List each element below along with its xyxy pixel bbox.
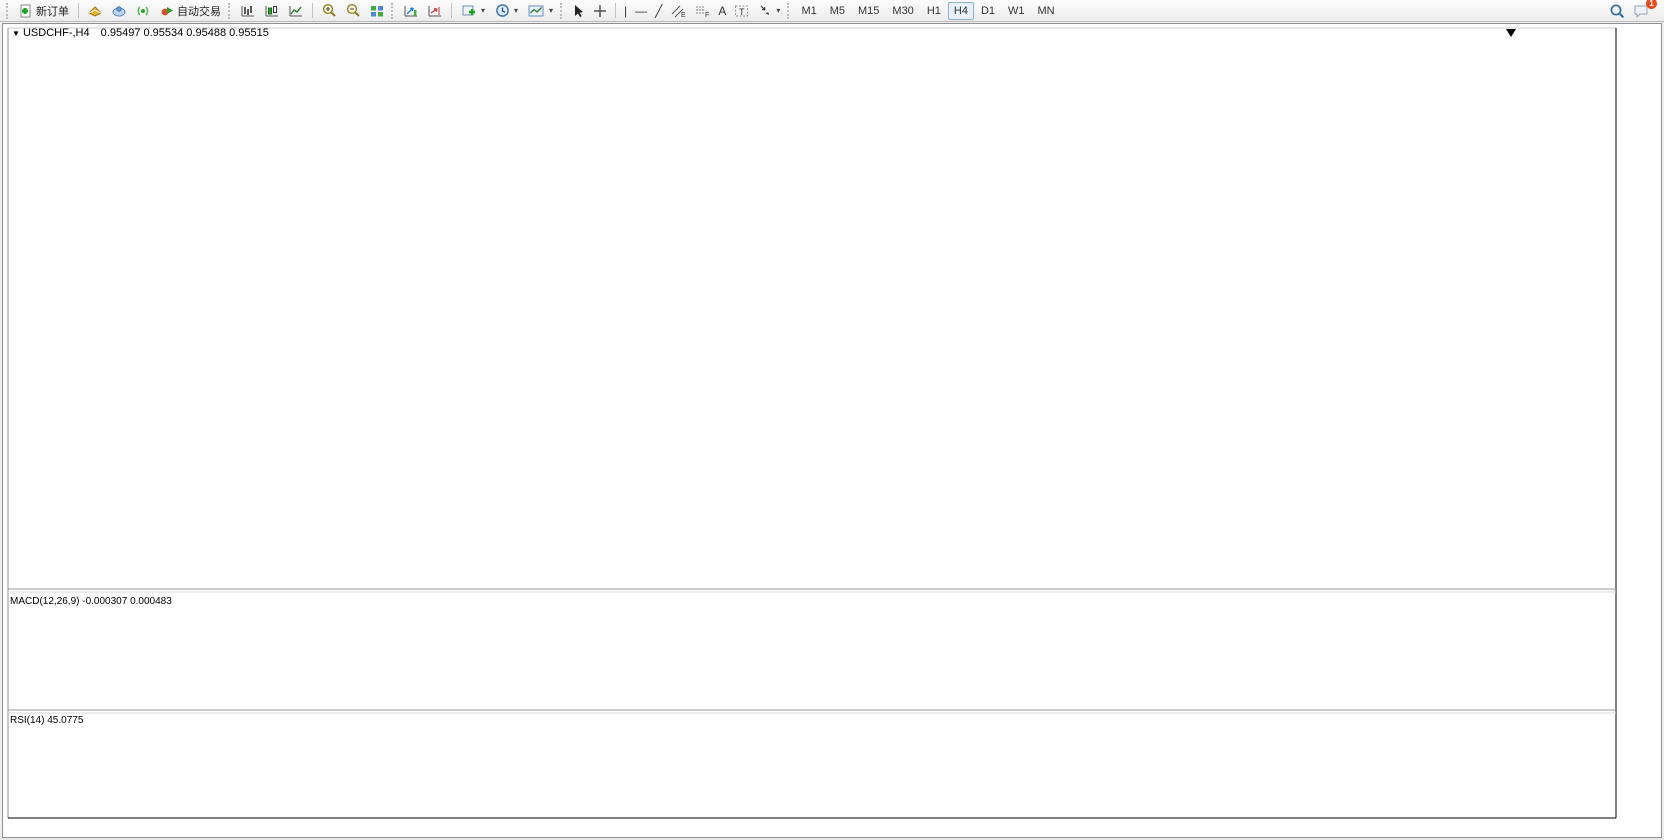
- channel-tool-button[interactable]: E: [666, 1, 690, 20]
- template-chart-icon: [528, 4, 545, 18]
- timeframe-m5-button[interactable]: M5: [824, 2, 851, 20]
- tile-windows-button[interactable]: [365, 1, 389, 20]
- label-tool-icon: T: [734, 4, 749, 18]
- auto-trading-button[interactable]: 自动交易: [155, 1, 226, 20]
- search-icon: [1609, 3, 1625, 19]
- separator: [615, 3, 616, 18]
- templates-button[interactable]: ▾: [523, 1, 558, 20]
- chart-canvas[interactable]: [0, 22, 1664, 840]
- bar-chart-icon: [240, 4, 256, 18]
- search-button[interactable]: [1605, 1, 1629, 20]
- cloud-person-icon: [111, 4, 127, 18]
- separator: [78, 3, 79, 18]
- trendline-icon: ╱: [655, 4, 662, 18]
- arrows-icon: [758, 4, 772, 17]
- indicator-arrow-icon: [403, 4, 419, 18]
- bar-chart-type-button[interactable]: [236, 1, 260, 20]
- hline-icon: —: [635, 4, 647, 18]
- new-chart-button[interactable]: ▾: [456, 1, 490, 20]
- separator: [312, 3, 313, 18]
- new-order-label: 新订单: [36, 3, 69, 19]
- new-order-button[interactable]: 新订单: [14, 1, 74, 20]
- horizontal-line-tool-button[interactable]: —: [631, 1, 651, 20]
- line-chart-icon: [288, 4, 304, 18]
- cursor-arrow-icon: [572, 4, 585, 18]
- clock-icon: [495, 3, 510, 18]
- chevron-down-icon[interactable]: ▾: [481, 6, 485, 15]
- timeframe-d1-button[interactable]: D1: [975, 2, 1001, 20]
- signal-icon: [135, 4, 151, 18]
- crosshair-icon: [593, 4, 607, 18]
- timeframe-w1-button[interactable]: W1: [1002, 2, 1031, 20]
- profiles-button[interactable]: ▾: [490, 1, 523, 20]
- toolbar-grip: [391, 3, 394, 19]
- trendline-tool-button[interactable]: ╱: [651, 1, 666, 20]
- fibonacci-icon: F: [694, 4, 710, 18]
- auto-trading-icon: [160, 4, 174, 18]
- timeframe-group: M1M5M15M30H1H4D1W1MN: [795, 2, 1060, 20]
- market-watch-button[interactable]: [107, 1, 131, 20]
- chart-shift-marker: [1506, 29, 1516, 37]
- auto-trading-label: 自动交易: [177, 3, 221, 19]
- svg-text:T: T: [739, 7, 745, 17]
- notifications-button[interactable]: 1: [1629, 1, 1654, 20]
- arrows-tool-button[interactable]: ▾: [753, 1, 785, 20]
- vline-icon: |: [624, 4, 627, 18]
- timeframe-m30-button[interactable]: M30: [886, 2, 919, 20]
- label-tool-button[interactable]: T: [730, 1, 753, 20]
- zoom-in-button[interactable]: [317, 1, 341, 20]
- new-chart-icon: [461, 4, 477, 18]
- toolbar-grip: [560, 3, 563, 19]
- timeframe-m15-button[interactable]: M15: [852, 2, 885, 20]
- notification-badge[interactable]: 1: [1646, 0, 1657, 9]
- book-icon: [87, 4, 103, 18]
- cursor-tool-button[interactable]: [568, 1, 589, 20]
- chart-profile-button[interactable]: [83, 1, 107, 20]
- crosshair-tool-button[interactable]: [589, 1, 611, 20]
- text-tool-button[interactable]: A: [714, 1, 730, 20]
- separator: [451, 3, 452, 18]
- fibonacci-tool-button[interactable]: F: [690, 1, 714, 20]
- zoom-out-icon: [345, 3, 361, 18]
- toolbar-grip: [228, 3, 231, 19]
- toolbar-grip: [6, 3, 9, 19]
- timeframe-mn-button[interactable]: MN: [1032, 2, 1061, 20]
- navigator-button[interactable]: [131, 1, 155, 20]
- candlestick-icon: [264, 4, 280, 18]
- indicator-levels-button[interactable]: [423, 1, 447, 20]
- main-toolbar: 新订单 自动交易 ▾ ▾: [0, 0, 1664, 22]
- timeframe-h1-button[interactable]: H1: [921, 2, 947, 20]
- chevron-down-icon[interactable]: ▾: [514, 6, 518, 15]
- channel-icon: E: [670, 4, 686, 18]
- timeframe-h4-button[interactable]: H4: [948, 2, 974, 20]
- indicators-button[interactable]: [399, 1, 423, 20]
- text-tool-icon: A: [718, 4, 726, 18]
- candlestick-type-button[interactable]: [260, 1, 284, 20]
- new-order-icon: [19, 4, 33, 18]
- timeframe-m1-button[interactable]: M1: [795, 2, 822, 20]
- zoom-out-button[interactable]: [341, 1, 365, 20]
- toolbar-grip: [787, 3, 790, 19]
- line-chart-type-button[interactable]: [284, 1, 308, 20]
- svg-text:E: E: [681, 12, 686, 18]
- indicator-levels-icon: [427, 4, 443, 18]
- zoom-in-icon: [321, 3, 337, 18]
- svg-text:F: F: [705, 12, 709, 18]
- chevron-down-icon[interactable]: ▾: [549, 6, 553, 15]
- chevron-down-icon[interactable]: ▾: [776, 6, 780, 15]
- tile-windows-icon: [369, 4, 385, 18]
- vertical-line-tool-button[interactable]: |: [620, 1, 631, 20]
